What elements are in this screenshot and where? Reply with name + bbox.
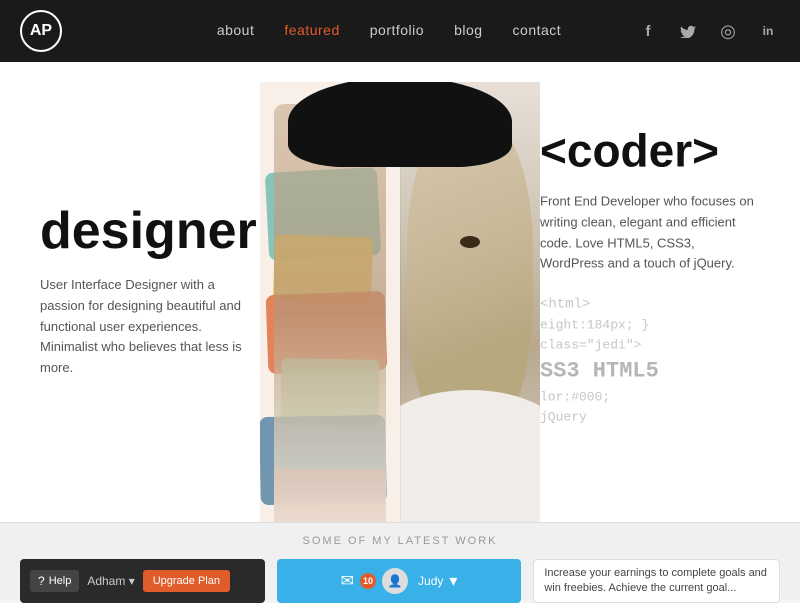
notification-badge: 10: [360, 573, 376, 589]
judy-label: Judy: [418, 574, 443, 588]
upgrade-button[interactable]: Upgrade Plan: [143, 570, 230, 592]
social-icons: f ◎ in: [636, 19, 780, 43]
coder-description: Front End Developer who focuses on writi…: [540, 191, 760, 274]
email-icon: ✉: [341, 571, 354, 591]
linkedin-icon[interactable]: in: [756, 19, 780, 43]
code-snippet: <html> eight:184px; } class="jedi"> SS3 …: [540, 295, 760, 427]
chevron-down-icon: ▾: [129, 574, 135, 588]
nav-item-blog[interactable]: blog: [454, 22, 482, 40]
email-area: ✉ 10 👤 Judy ▾: [341, 568, 458, 594]
designer-description: User Interface Designer with a passion f…: [40, 275, 260, 379]
work-item-2: ✉ 10 👤 Judy ▾: [277, 559, 522, 603]
nav-link-portfolio[interactable]: portfolio: [370, 22, 424, 38]
twitter-icon[interactable]: [676, 19, 700, 43]
hero-section: designer User Interface Designer with a …: [0, 62, 800, 522]
nav-link-contact[interactable]: contact: [513, 22, 562, 38]
nav-links: about featured portfolio blog contact: [217, 22, 561, 40]
avatar: 👤: [382, 568, 408, 594]
nav-link-featured[interactable]: featured: [284, 22, 339, 38]
portrait-area: [240, 62, 560, 522]
work-item-text: Increase your earnings to complete goals…: [544, 566, 769, 597]
dribbble-icon[interactable]: ◎: [716, 19, 740, 43]
facebook-icon[interactable]: f: [636, 19, 660, 43]
designer-block: designer User Interface Designer with a …: [40, 205, 260, 379]
work-item-1: ? Help Adham ▾ Upgrade Plan: [20, 559, 265, 603]
question-icon: ?: [38, 574, 45, 588]
nav-item-contact[interactable]: contact: [513, 22, 562, 40]
nav-link-about[interactable]: about: [217, 22, 255, 38]
navbar: AP about featured portfolio blog contact…: [0, 0, 800, 62]
work-items-list: ? Help Adham ▾ Upgrade Plan ✉ 10 👤 Judy …: [0, 559, 800, 603]
nav-item-featured[interactable]: featured: [284, 22, 339, 40]
nav-link-blog[interactable]: blog: [454, 22, 482, 38]
latest-work-title: SOME OF MY LATEST WORK: [303, 535, 498, 547]
bottom-section: SOME OF MY LATEST WORK ? Help Adham ▾ Up…: [0, 522, 800, 600]
coder-block: <coder> Front End Developer who focuses …: [540, 127, 760, 426]
coder-title: <coder>: [540, 127, 760, 173]
chevron-down-icon-2: ▾: [449, 571, 457, 591]
nav-item-about[interactable]: about: [217, 22, 255, 40]
logo[interactable]: AP: [20, 10, 62, 52]
work-item-3: Increase your earnings to complete goals…: [533, 559, 780, 603]
help-button[interactable]: ? Help: [30, 570, 79, 592]
portrait-image: [260, 82, 540, 522]
designer-title: designer: [40, 205, 260, 257]
adham-dropdown[interactable]: Adham ▾: [87, 574, 134, 588]
nav-item-portfolio[interactable]: portfolio: [370, 22, 424, 40]
